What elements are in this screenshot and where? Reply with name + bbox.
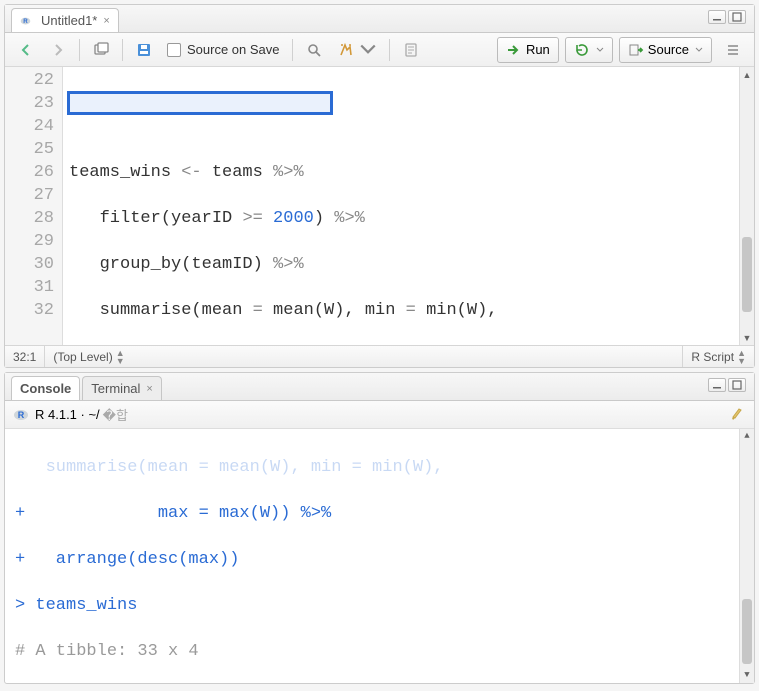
console-output[interactable]: summarise(mean = mean(W), min = min(W), … <box>5 429 754 683</box>
pane-minimize-button[interactable] <box>708 10 726 24</box>
pane-maximize-button[interactable] <box>728 378 746 392</box>
tab-title: Untitled1* <box>41 13 97 28</box>
r-logo-icon: R <box>13 407 29 423</box>
back-button[interactable] <box>11 37 41 63</box>
cursor-position: 32:1 <box>5 346 45 367</box>
save-button[interactable] <box>129 37 159 63</box>
scroll-up-icon[interactable]: ▲ <box>740 67 754 82</box>
pane-window-controls <box>708 378 746 392</box>
rerun-button[interactable] <box>565 37 613 63</box>
source-tabbar: R Untitled1* × <box>5 5 754 33</box>
scroll-down-icon[interactable]: ▼ <box>740 668 754 683</box>
source-on-save-toggle[interactable]: Source on Save <box>161 37 286 63</box>
source-statusbar: 32:1 (Top Level) ▲▼ R Script ▲▼ <box>5 345 754 367</box>
console-tabbar: Console Terminal × <box>5 373 754 401</box>
tab-close-icon[interactable]: × <box>146 383 152 395</box>
tab-console[interactable]: Console <box>11 376 80 400</box>
language-selector[interactable]: R Script ▲▼ <box>683 346 754 367</box>
source-icon <box>628 42 644 58</box>
svg-text:R: R <box>18 410 25 420</box>
run-icon <box>506 42 522 58</box>
source-toolbar: Source on Save Run Source <box>5 33 754 67</box>
compile-report-button[interactable] <box>396 37 426 63</box>
tab-close-icon[interactable]: × <box>103 15 109 27</box>
code-tools-button[interactable] <box>331 37 383 63</box>
run-button[interactable]: Run <box>497 37 559 63</box>
console-header-text: R 4.1.1 · ~/ <box>35 407 100 422</box>
editor-code[interactable]: teams_wins <- teams %>% filter(yearID >=… <box>63 67 754 345</box>
highlight-box <box>67 91 333 115</box>
scope-selector[interactable]: (Top Level) ▲▼ <box>45 346 683 367</box>
console-pane: Console Terminal × R R 4.1.1 · ~/ �합 sum… <box>4 372 755 684</box>
r-file-icon: R <box>20 13 36 29</box>
svg-text:R: R <box>23 18 28 25</box>
console-header: R R 4.1.1 · ~/ �합 <box>5 401 754 429</box>
forward-button[interactable] <box>43 37 73 63</box>
clear-console-button[interactable] <box>728 404 746 425</box>
tab-untitled1[interactable]: R Untitled1* × <box>11 8 119 32</box>
editor-scrollbar[interactable]: ▲ ▼ <box>739 67 754 345</box>
console-scrollbar[interactable]: ▲ ▼ <box>739 429 754 683</box>
scrollbar-thumb[interactable] <box>742 237 752 312</box>
source-on-save-checkbox[interactable] <box>167 43 181 57</box>
source-button[interactable]: Source <box>619 37 712 63</box>
updown-icon: ▲▼ <box>116 349 125 365</box>
scroll-down-icon[interactable]: ▼ <box>740 330 754 345</box>
tab-terminal[interactable]: Terminal × <box>82 376 162 400</box>
source-pane: R Untitled1* × Source on Save Run <box>4 4 755 368</box>
scroll-up-icon[interactable]: ▲ <box>740 429 754 444</box>
pane-maximize-button[interactable] <box>728 10 746 24</box>
find-button[interactable] <box>299 37 329 63</box>
source-editor[interactable]: 22 23 24 25 26 27 28 29 30 31 32 teams_w… <box>5 67 754 345</box>
pane-minimize-button[interactable] <box>708 378 726 392</box>
updown-icon: ▲▼ <box>737 349 746 365</box>
wd-browse-icon[interactable]: �합 <box>103 405 128 424</box>
scrollbar-thumb[interactable] <box>742 599 752 664</box>
show-in-new-window-button[interactable] <box>86 37 116 63</box>
pane-window-controls <box>708 10 746 24</box>
outline-button[interactable] <box>718 37 748 63</box>
rerun-icon <box>574 42 590 58</box>
editor-gutter: 22 23 24 25 26 27 28 29 30 31 32 <box>5 67 63 345</box>
